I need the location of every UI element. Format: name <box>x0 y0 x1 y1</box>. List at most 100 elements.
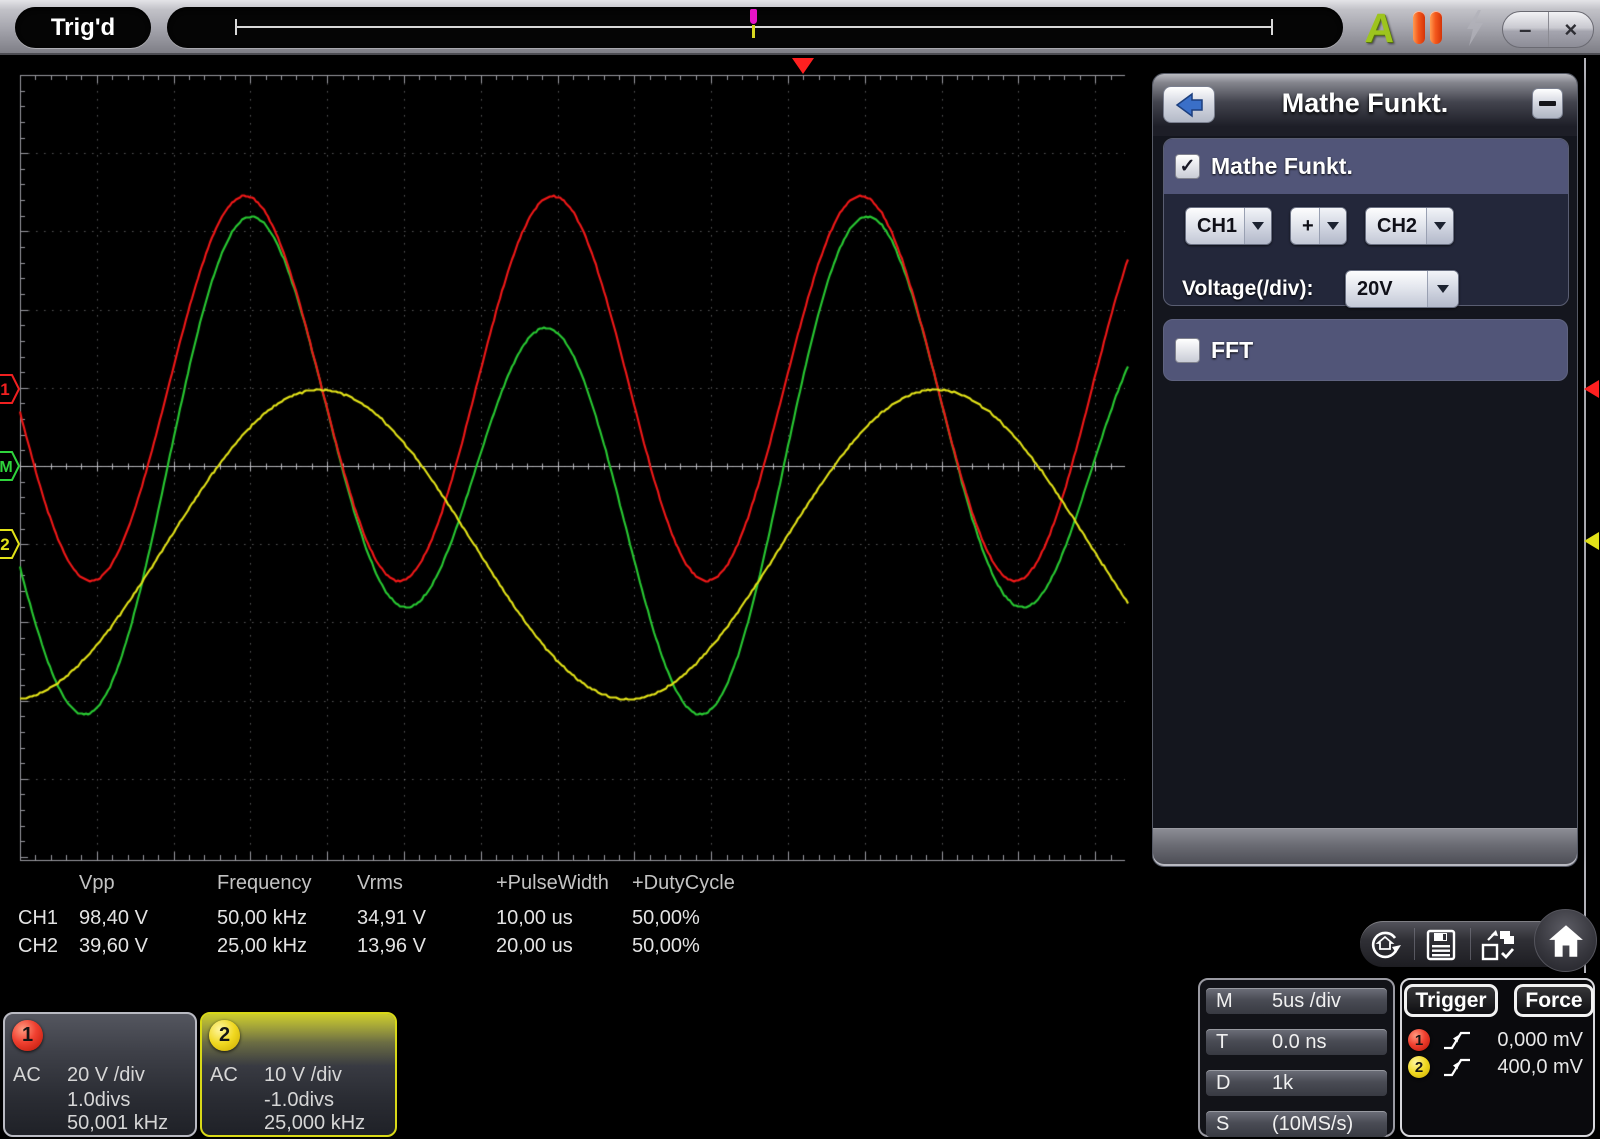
channel2-trigger-level-arrow[interactable] <box>1584 532 1599 550</box>
trigger-position-stem-icon <box>752 25 755 38</box>
math-panel-title: Mathe Funkt. <box>1281 88 1449 118</box>
channel2-box[interactable]: 2 AC 10 V /div -1.0divs 25,000 kHz <box>200 1012 397 1137</box>
math-panel-header: Mathe Funkt. <box>1153 74 1577 136</box>
trigger-time-marker[interactable] <box>792 58 814 74</box>
restore-defaults-button[interactable] <box>1368 928 1402 962</box>
math-enable-row[interactable]: ✓ Mathe Funkt. <box>1164 139 1568 194</box>
chevron-down-icon <box>1437 285 1449 293</box>
operand-a-select[interactable]: CH1 <box>1185 207 1272 245</box>
force-trigger-button[interactable]: Force <box>1514 984 1594 1017</box>
math-operands-row: CH1 + CH2 <box>1164 207 1568 245</box>
dropdown-button[interactable] <box>1427 271 1458 307</box>
dropdown-button[interactable] <box>1426 208 1453 244</box>
channel2-icon: 2 <box>1408 1056 1430 1078</box>
fft-label: FFT <box>1211 336 1254 363</box>
window-controls: – × <box>1502 11 1594 48</box>
channel1-trigger-level-value: 0,000 mV <box>1497 1029 1583 1051</box>
acq-value: 1k <box>1272 1072 1294 1094</box>
copy-transfer-icon <box>1481 930 1515 961</box>
math-voltage-row: Voltage(/div): 20V <box>1164 270 1568 308</box>
meas-header: Vpp <box>79 872 115 894</box>
toolbar-divider <box>1414 928 1415 960</box>
chevron-down-icon <box>1327 222 1339 230</box>
meas-cell: 50,00% <box>632 935 700 957</box>
horizontal-position-slider[interactable] <box>167 7 1343 48</box>
channel-number: 1 <box>21 1024 34 1046</box>
pause-icon <box>1413 11 1425 44</box>
math-zero-marker[interactable]: M <box>0 451 20 481</box>
timebase-row[interactable]: M 5us /div <box>1206 988 1387 1014</box>
operator-select[interactable]: + <box>1290 207 1347 245</box>
trigger-position-handle[interactable] <box>750 9 758 43</box>
autoset-icon: A <box>1363 5 1397 51</box>
slider-left-tick <box>235 19 237 35</box>
svg-text:M: M <box>0 459 13 476</box>
math-panel-footer <box>1153 828 1577 866</box>
rising-edge-icon <box>1444 1058 1470 1077</box>
math-enable-label: Mathe Funkt. <box>1211 153 1353 179</box>
export-transfer-button[interactable] <box>1480 928 1515 962</box>
save-button[interactable] <box>1424 928 1458 962</box>
meas-header: Frequency <box>217 872 312 894</box>
autoset-button[interactable]: A <box>1356 5 1403 51</box>
channel2-zero-marker[interactable]: 2 <box>0 529 20 559</box>
acq-key: S <box>1216 1113 1230 1135</box>
panel-minimize-button[interactable] <box>1532 88 1563 119</box>
meas-cell: 39,60 V <box>79 935 148 957</box>
title-bar: Trig'd A – × <box>0 0 1600 55</box>
dropdown-button[interactable] <box>1319 208 1346 244</box>
svg-text:1: 1 <box>0 380 9 399</box>
channel2-icon: 2 <box>209 1020 240 1051</box>
sample-rate-row[interactable]: S (10MS/s) <box>1206 1111 1387 1137</box>
meas-cell: 98,40 V <box>79 907 148 929</box>
meas-cell: 20,00 us <box>496 935 573 957</box>
fft-row[interactable]: ✓ FFT <box>1163 319 1568 381</box>
offset-value: -1.0divs <box>264 1089 335 1111</box>
trigger-position-marker-icon <box>750 9 757 24</box>
lightning-icon <box>1467 10 1483 46</box>
run-stop-button[interactable] <box>1413 11 1445 44</box>
math-settings-group: ✓ Mathe Funkt. CH1 + CH2 Voltage(/div): … <box>1163 138 1569 308</box>
math-enable-checkbox[interactable]: ✓ <box>1175 154 1200 179</box>
voltage-per-div-value: 20V <box>1357 277 1393 300</box>
rising-edge-icon <box>1444 1031 1470 1050</box>
meas-cell: 50,00 kHz <box>217 907 308 929</box>
single-trigger-button[interactable] <box>1462 10 1488 46</box>
channel2-trigger-level-row[interactable]: 2 400,0 mV <box>1406 1054 1587 1080</box>
force-button-label: Force <box>1525 988 1583 1012</box>
voltage-per-div-select[interactable]: 20V <box>1345 270 1459 308</box>
meas-cell: 25,00 kHz <box>217 935 308 957</box>
home-button[interactable] <box>1534 909 1597 972</box>
acq-value: (10MS/s) <box>1272 1113 1354 1135</box>
operand-b-select[interactable]: CH2 <box>1365 207 1454 245</box>
minimize-button[interactable]: – <box>1503 12 1549 47</box>
record-depth-row[interactable]: D 1k <box>1206 1070 1387 1096</box>
chevron-down-icon <box>1434 222 1446 230</box>
meas-cell: 50,00% <box>632 907 700 929</box>
close-button[interactable]: × <box>1549 12 1594 47</box>
minus-icon <box>1539 101 1556 106</box>
meas-header: Vrms <box>357 872 403 894</box>
frequency-value: 50,001 kHz <box>67 1112 169 1134</box>
trigger-delay-row[interactable]: T 0.0 ns <box>1206 1029 1387 1055</box>
channel-number: 2 <box>218 1024 231 1046</box>
acq-value: 0.0 ns <box>1272 1031 1327 1053</box>
dropdown-button[interactable] <box>1244 208 1271 244</box>
trigger-status-label: Trig'd <box>50 13 116 41</box>
channel-number: 1 <box>1414 1031 1424 1049</box>
back-arrow-icon <box>1175 92 1203 117</box>
fft-checkbox[interactable]: ✓ <box>1175 337 1200 363</box>
trigger-menu-button[interactable]: Trigger <box>1404 984 1498 1017</box>
back-button[interactable] <box>1163 86 1215 123</box>
channel1-zero-marker[interactable]: 1 <box>0 374 20 404</box>
trigger-panel: Trigger Force 1 0,000 mV 2 400,0 mV <box>1400 978 1595 1137</box>
channel1-trigger-level-arrow[interactable] <box>1584 380 1599 398</box>
acq-key: D <box>1216 1072 1231 1094</box>
meas-cell: 34,91 V <box>357 907 426 929</box>
math-function-panel: Mathe Funkt. ✓ Mathe Funkt. CH1 + CH2 Vo… <box>1152 73 1578 867</box>
coupling-label: AC <box>210 1064 238 1086</box>
close-icon: × <box>1564 16 1578 42</box>
channel1-trigger-level-row[interactable]: 1 0,000 mV <box>1406 1027 1587 1053</box>
channel1-box[interactable]: 1 AC 20 V /div 1.0divs 50,001 kHz <box>3 1012 197 1137</box>
meas-header: +DutyCycle <box>632 872 735 894</box>
